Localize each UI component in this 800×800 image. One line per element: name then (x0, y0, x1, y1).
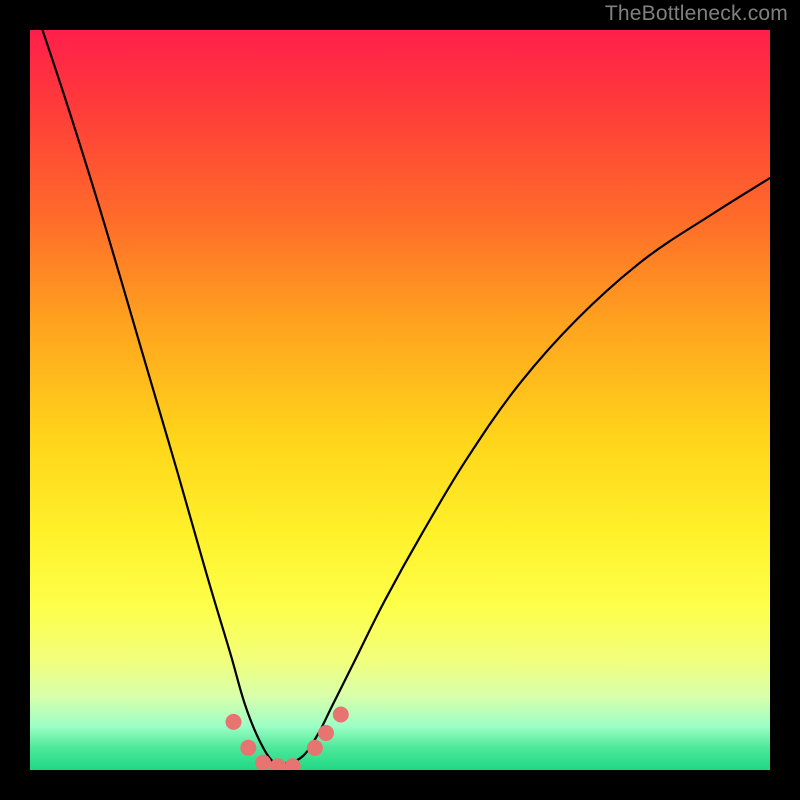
valley-marker (307, 740, 323, 756)
bottleneck-curve-path (30, 30, 770, 765)
valley-marker (240, 740, 256, 756)
valley-marker (333, 707, 349, 723)
plot-area (30, 30, 770, 770)
valley-marker (255, 755, 271, 770)
curve-svg (30, 30, 770, 770)
valley-markers (226, 707, 349, 771)
watermark-text: TheBottleneck.com (605, 2, 788, 26)
valley-marker (318, 725, 334, 741)
chart-frame: TheBottleneck.com (0, 0, 800, 800)
valley-marker (226, 714, 242, 730)
